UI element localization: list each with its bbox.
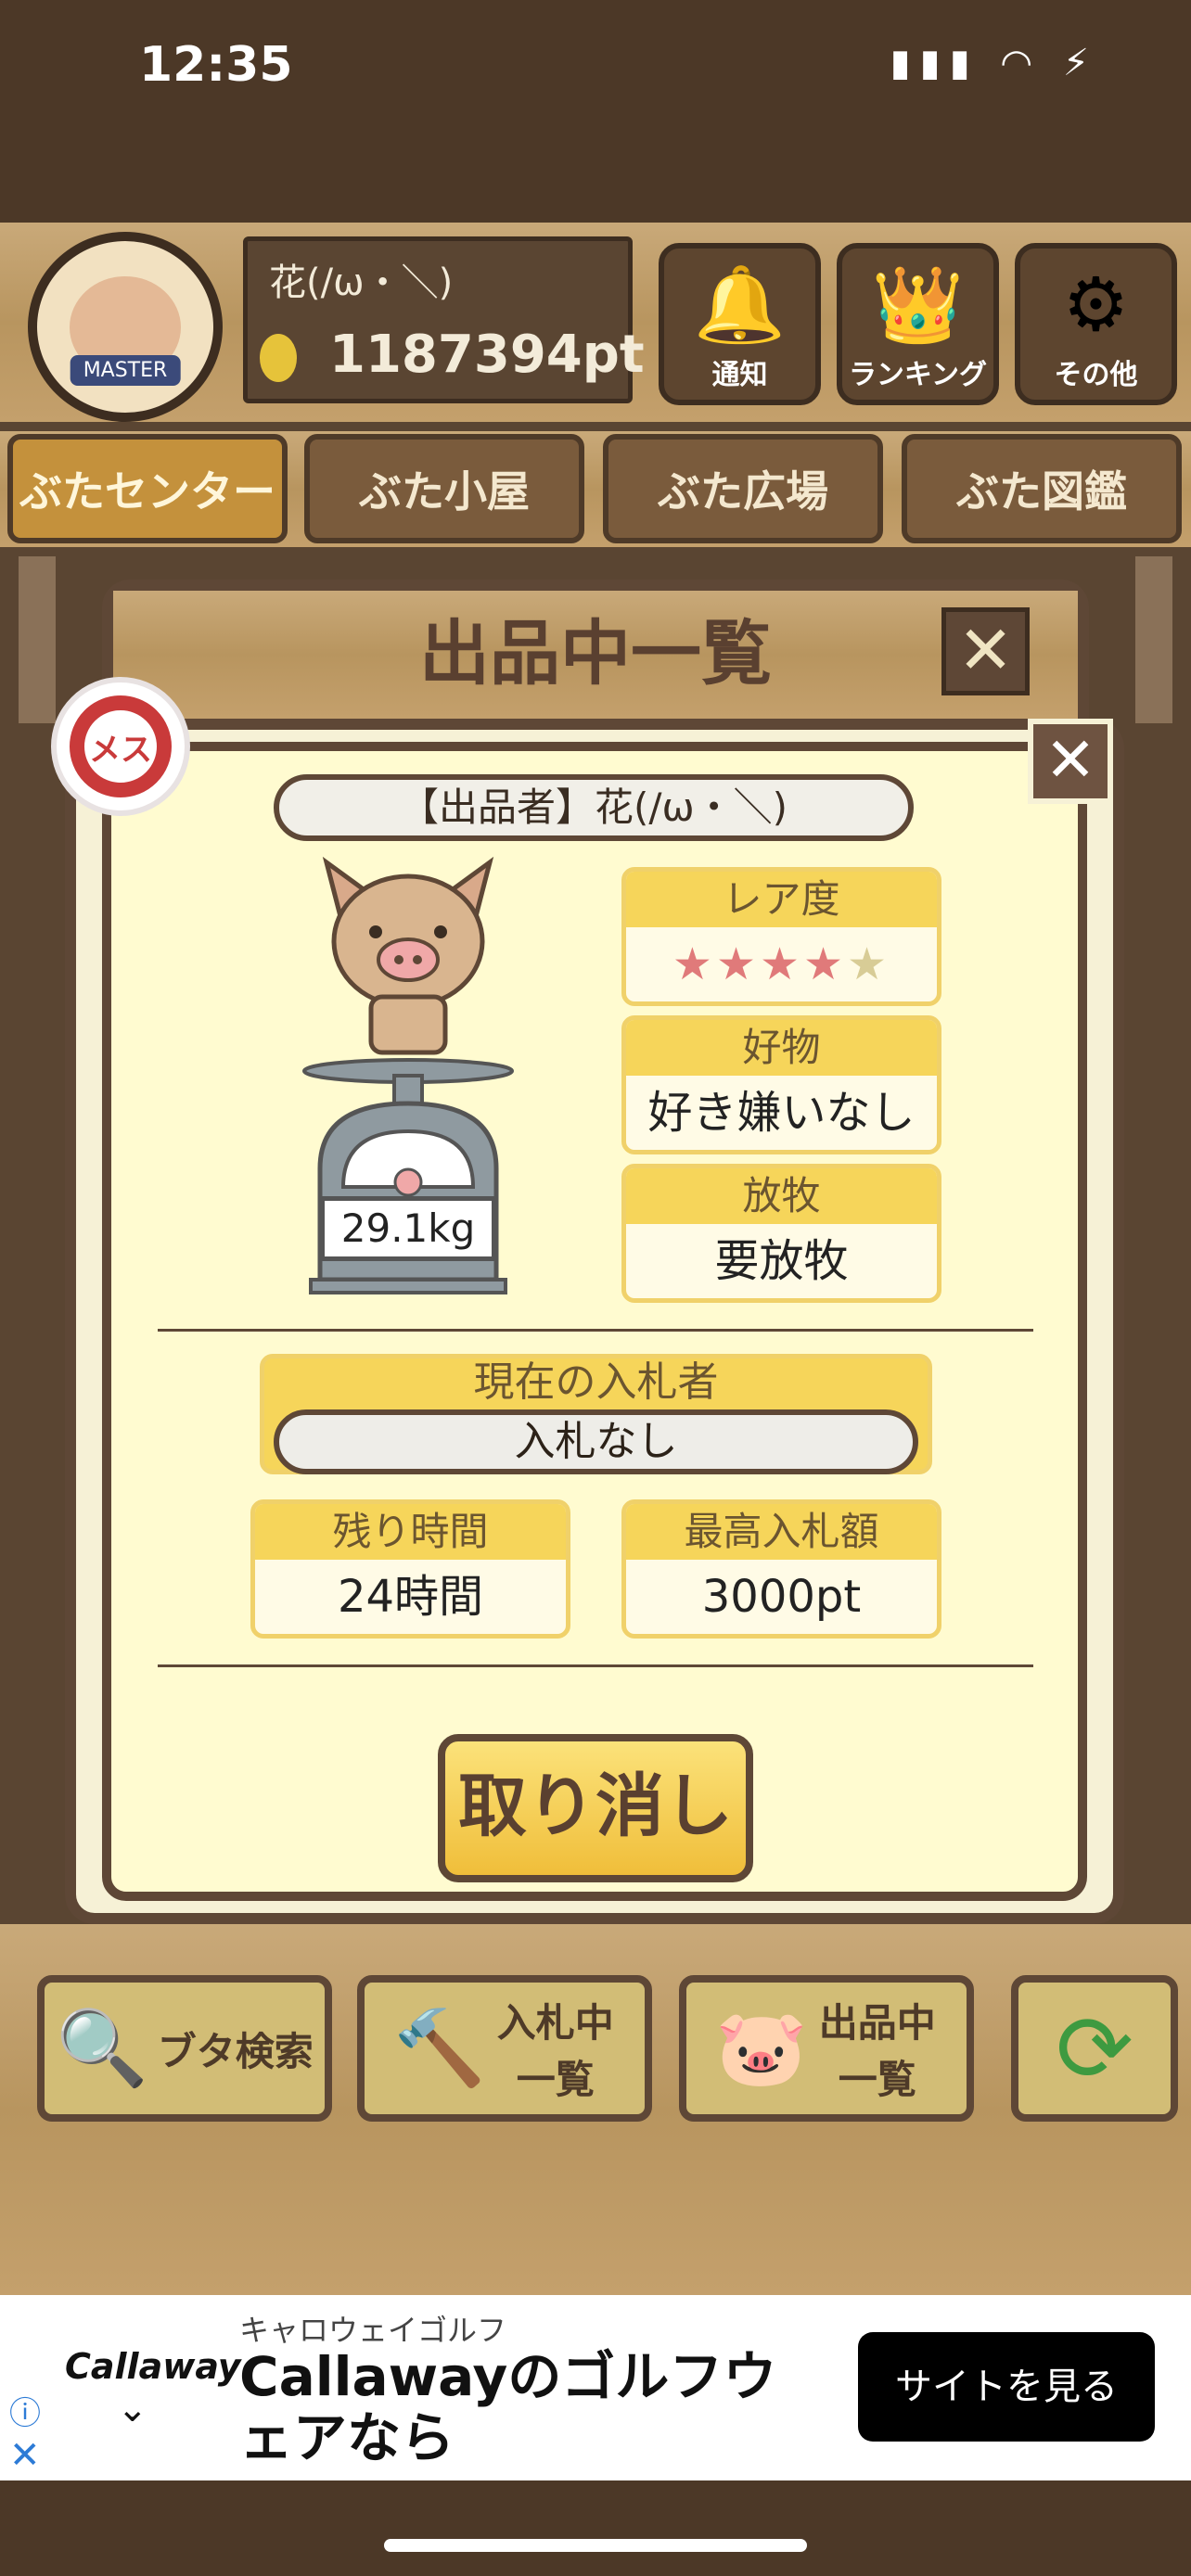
other-button[interactable]: ⚙ その他 [1015, 243, 1177, 405]
ranking-label: ランキング [848, 359, 988, 391]
highest-bid-box: 最高入札額 3000pt [621, 1499, 941, 1639]
remaining-time-box: 残り時間 24時間 [250, 1499, 570, 1639]
pig-search-button[interactable]: 🔍 ブタ検索 [37, 1975, 332, 2122]
user-points: 1187394pt [329, 325, 645, 385]
pig-avatar-icon: MASTER [70, 275, 181, 386]
tab-buta-plaza[interactable]: ぶた広場 [603, 434, 883, 543]
bidding-list-button[interactable]: 🔨 入札中一覧 [357, 1975, 652, 2122]
grazing-box: 放牧 要放牧 [621, 1164, 941, 1303]
star-icon: ★ [803, 938, 848, 990]
highest-bid-label: 最高入札額 [626, 1504, 937, 1560]
card-close-button[interactable]: ✕ [1028, 719, 1113, 804]
other-label: その他 [1054, 359, 1138, 391]
ad-brand-logo: Callaway [65, 2346, 241, 2387]
home-indicator-area [0, 2480, 1191, 2576]
panel-close-button[interactable]: ✕ [941, 607, 1030, 695]
current-bidder-value: 入札なし [274, 1409, 918, 1474]
pig-icon: 🐷 [715, 2005, 808, 2091]
scale-icon [302, 1058, 514, 1294]
status-time: 12:35 [139, 37, 293, 93]
status-icons: ▮▮▮ ◠ ⚡ [890, 42, 1098, 84]
refresh-icon: ⟳ [1056, 1994, 1133, 2103]
rarity-box: レア度 ★★★★★ [621, 867, 941, 1006]
refresh-button[interactable]: ⟳ [1011, 1975, 1178, 2122]
home-indicator[interactable] [384, 2539, 807, 2552]
rarity-label: レア度 [626, 872, 937, 927]
star-icon: ★ [672, 938, 716, 990]
ranking-button[interactable]: 👑 ランキング [837, 243, 999, 405]
grazing-value: 要放牧 [714, 1235, 849, 1287]
favorite-food-box: 好物 好き嫌いなし [621, 1015, 941, 1154]
divider [158, 1664, 1033, 1667]
wood-beam [1135, 556, 1172, 723]
notification-label: 通知 [711, 359, 768, 391]
gavel-icon: 🔨 [393, 2005, 486, 2091]
avatar-rank-label: MASTER [70, 354, 181, 386]
background-pattern [0, 139, 1191, 223]
rarity-stars: ★★★★★ [626, 927, 937, 1001]
tab-buta-encyclopedia[interactable]: ぶた図鑑 [902, 434, 1182, 543]
panel-title: 出品中一覧 [419, 612, 772, 695]
star-icon: ★ [715, 938, 760, 990]
weight-readout: 29.1kg [320, 1196, 496, 1261]
wood-beam [19, 556, 56, 723]
coin-icon [260, 334, 297, 382]
favorite-food-value: 好き嫌いなし [647, 1087, 916, 1139]
avatar[interactable]: MASTER [28, 232, 223, 422]
notification-button[interactable]: 🔔 通知 [659, 243, 821, 405]
female-icon: メス [51, 677, 190, 816]
seller-label: 【出品者】花(/ω・＼) [274, 774, 914, 841]
listing-list-label: 出品中一覧 [818, 2000, 936, 2102]
bell-icon: 🔔 [693, 261, 787, 348]
info-icon[interactable]: ⓘ [9, 2388, 41, 2433]
pig-search-label: ブタ検索 [157, 2028, 314, 2074]
ad-close-icon[interactable]: ✕ [9, 2434, 41, 2477]
divider [158, 1329, 1033, 1332]
cancel-listing-button[interactable]: 取り消し [438, 1734, 753, 1882]
star-empty-icon: ★ [847, 938, 891, 990]
bidding-list-label: 入札中一覧 [496, 2000, 614, 2102]
gender-label: メス [70, 695, 172, 797]
highest-bid-value: 3000pt [701, 1571, 862, 1623]
ad-cta-button[interactable]: サイトを見る [858, 2332, 1155, 2442]
tab-buta-center[interactable]: ぶたセンター [7, 434, 288, 543]
remaining-time-value: 24時間 [337, 1571, 484, 1623]
favorite-food-label: 好物 [626, 1020, 937, 1076]
ad-title: Callawayのゴルフウェアなら [239, 2345, 777, 2469]
crown-icon: 👑 [871, 261, 965, 348]
user-name: 花(/ω・＼) [269, 261, 454, 304]
ad-sponsor: キャロウェイゴルフ [239, 2313, 507, 2348]
star-icon: ★ [759, 938, 804, 990]
current-bidder-label: 現在の入札者 [473, 1358, 719, 1406]
remaining-time-label: 残り時間 [255, 1504, 566, 1560]
chevron-down-icon: ⌄ [117, 2388, 148, 2430]
magnifier-icon: 🔍 [56, 2005, 148, 2091]
gear-icon: ⚙ [1062, 261, 1130, 348]
listing-list-button[interactable]: 🐷 出品中一覧 [679, 1975, 974, 2122]
grazing-label: 放牧 [626, 1168, 937, 1224]
tab-buta-hut[interactable]: ぶた小屋 [304, 434, 584, 543]
pig-icon [322, 856, 494, 1055]
